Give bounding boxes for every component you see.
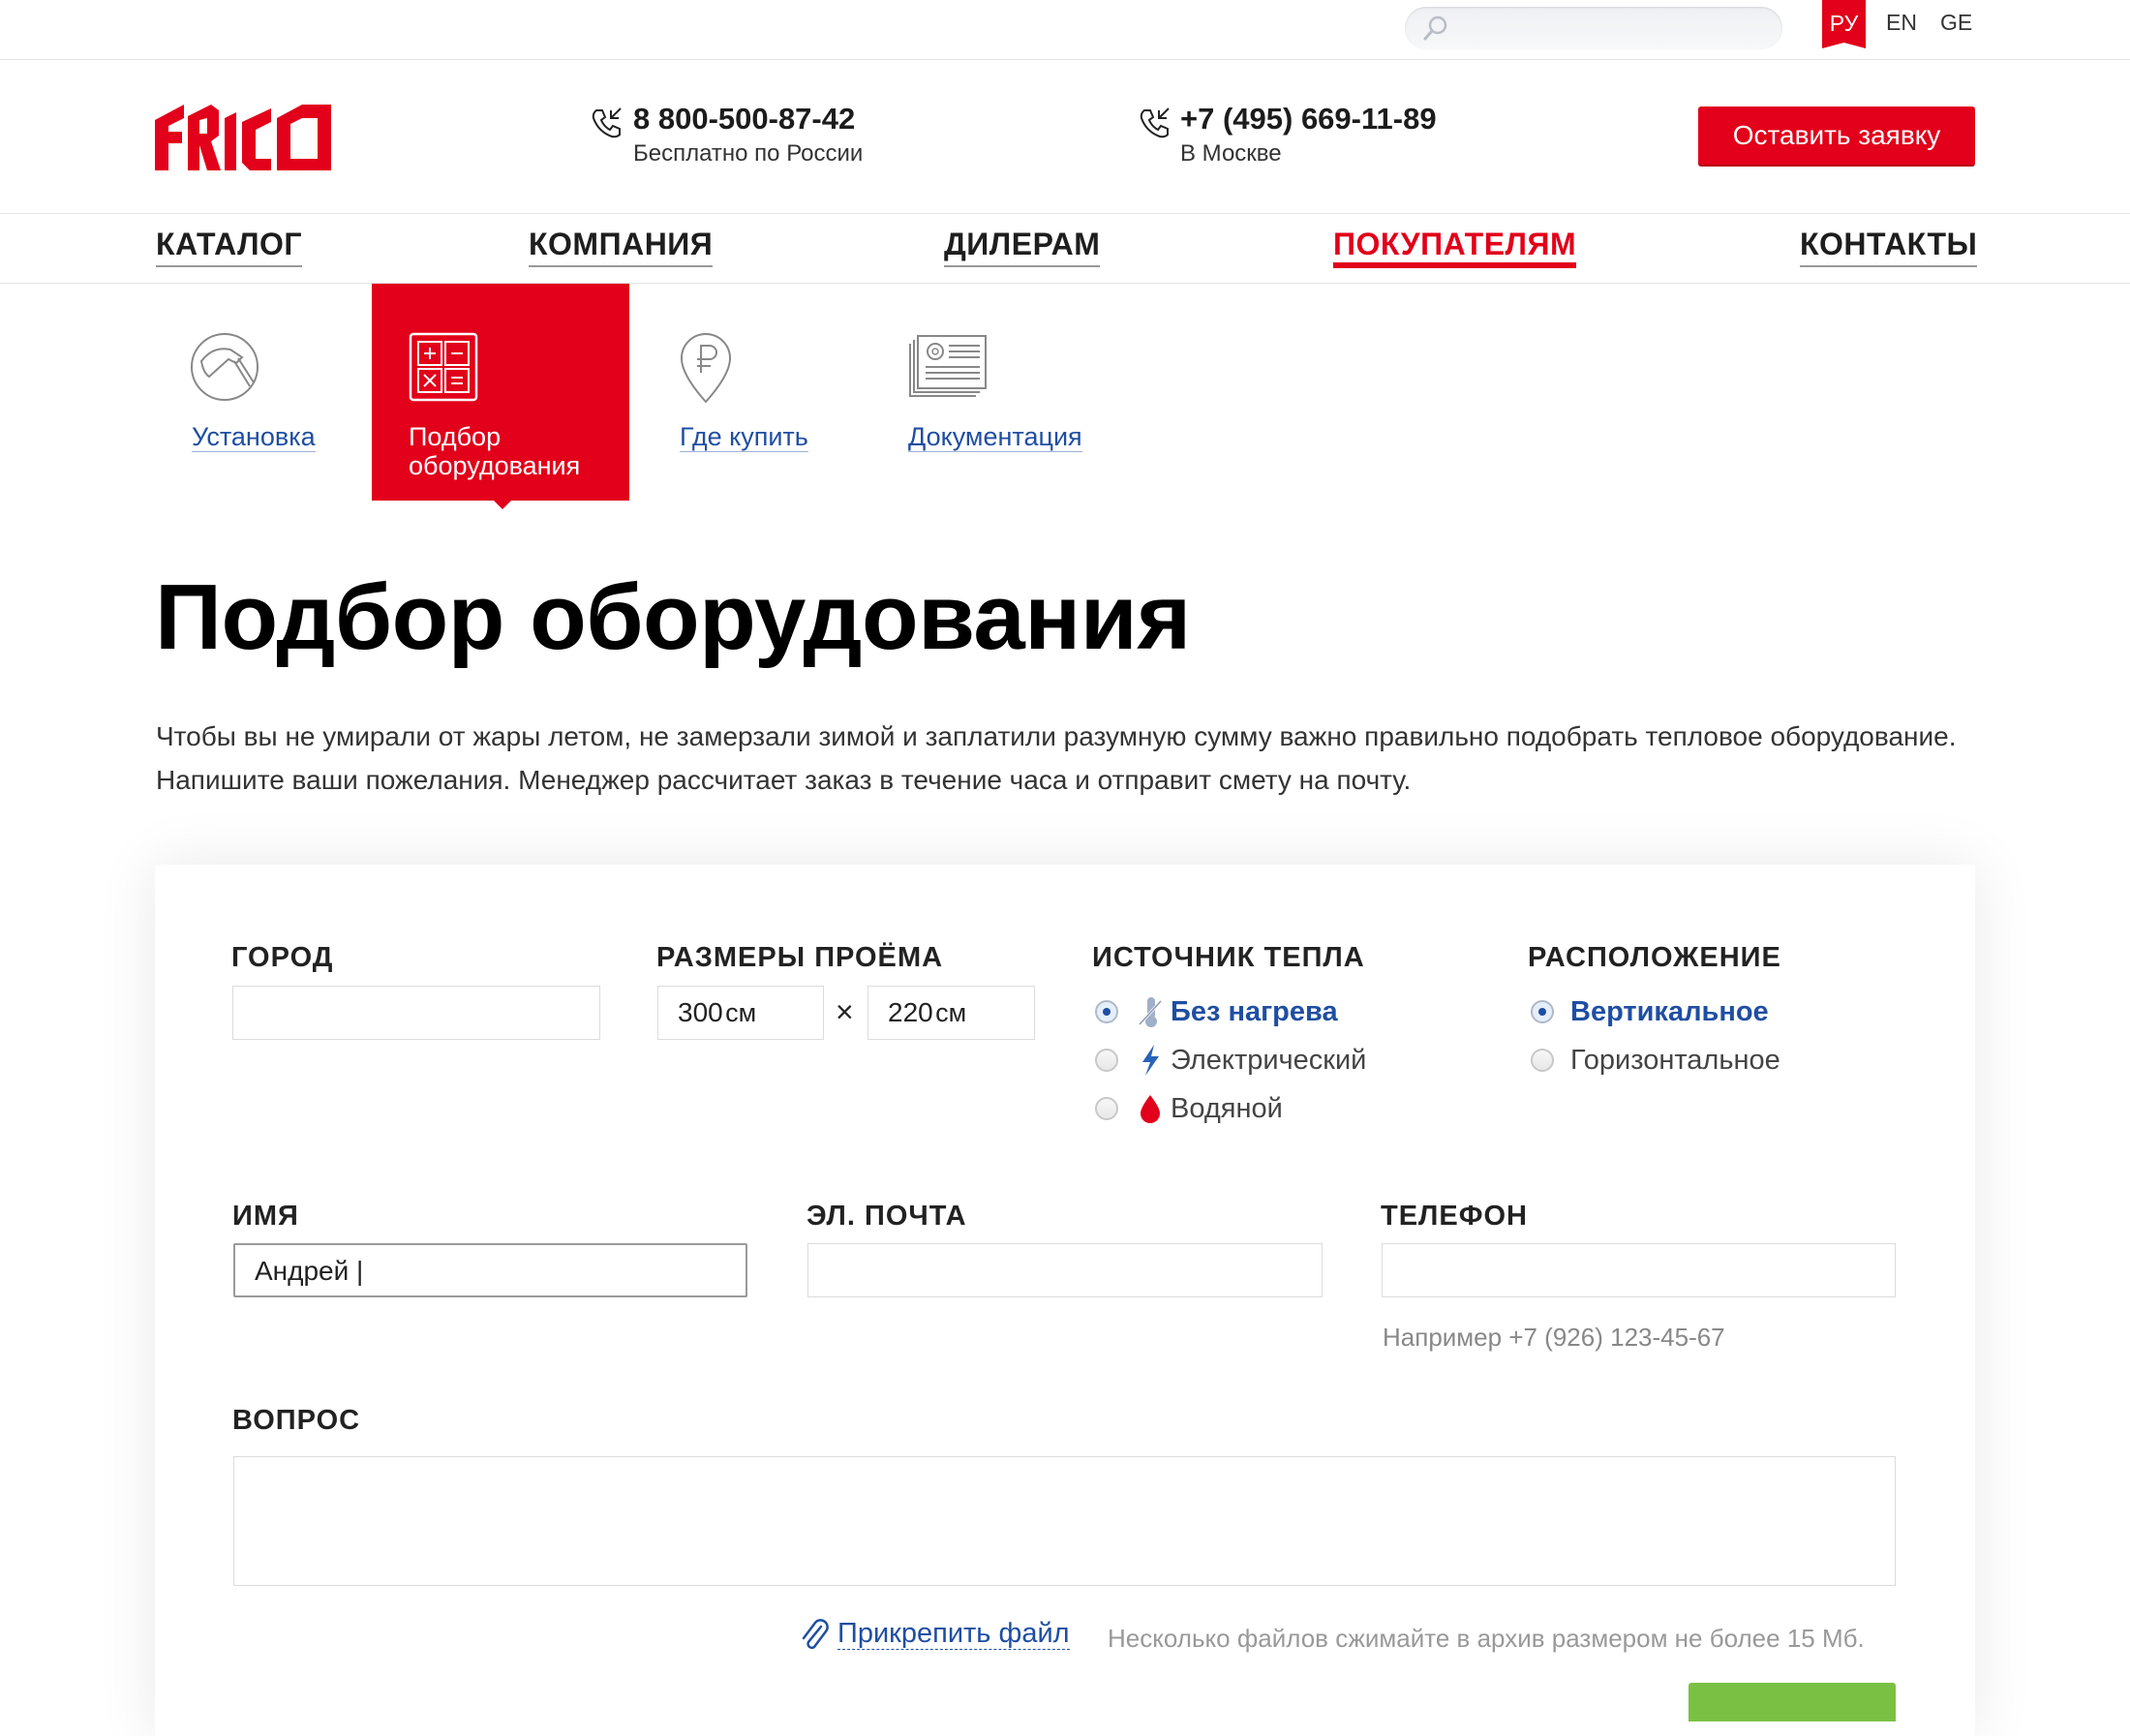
nav-item-catalog[interactable]: Каталог xyxy=(156,227,303,267)
attach-file-link[interactable]: Прикрепить файл xyxy=(837,1618,1070,1650)
times-sign: × xyxy=(836,994,854,1029)
opening-size-label: Размеры проёма xyxy=(656,942,944,973)
phone-icon xyxy=(1140,107,1170,138)
submit-button[interactable] xyxy=(1689,1683,1896,1721)
opening-width-value: 300 xyxy=(678,997,723,1027)
phone-note-russia: Бесплатно по России xyxy=(633,140,864,167)
active-indicator-arrow xyxy=(493,500,512,509)
subnav-item-where-to-buy[interactable]: Где купить xyxy=(658,284,852,501)
hammer-icon xyxy=(191,333,259,401)
nav-item-customers[interactable]: Покупателям xyxy=(1333,227,1577,268)
subnav-item-equipment-selection[interactable]: Подбор оборудования xyxy=(372,284,629,501)
heat-source-label: Источник тепла xyxy=(1092,942,1365,973)
phone-input[interactable] xyxy=(1382,1243,1896,1297)
question-textarea[interactable] xyxy=(233,1456,1896,1586)
placement-radio-horizontal[interactable] xyxy=(1531,1049,1554,1072)
attach-note: Несколько файлов сжимайте в архив размер… xyxy=(1108,1624,1865,1653)
lang-ge[interactable]: GE xyxy=(1940,10,1972,36)
nav-item-dealers[interactable]: Дилерам xyxy=(944,227,1101,267)
opening-height-value: 220 xyxy=(888,997,933,1027)
placement-radio-vertical[interactable] xyxy=(1531,1000,1554,1023)
question-label: Вопрос xyxy=(232,1405,361,1436)
placement-option-label[interactable]: Горизонтальное xyxy=(1570,1045,1780,1077)
no-heat-icon xyxy=(1138,997,1163,1027)
ruble-pin-icon xyxy=(680,333,732,404)
opening-height-unit: см xyxy=(935,998,967,1027)
leave-request-button[interactable]: Оставить заявку xyxy=(1698,107,1975,165)
opening-width-unit: см xyxy=(725,998,757,1027)
subnav-item-documentation[interactable]: Документация xyxy=(891,284,1142,501)
divider xyxy=(0,213,2130,214)
heat-source-option-label[interactable]: Электрический xyxy=(1171,1045,1366,1077)
subnav-item-installation[interactable]: Установка xyxy=(155,284,349,501)
subnav-item-label: Где купить xyxy=(680,422,808,452)
frico-logo[interactable] xyxy=(155,101,331,170)
phone-label: Телефон xyxy=(1381,1201,1528,1232)
lang-en[interactable]: EN xyxy=(1886,10,1917,36)
heat-source-radio-none[interactable] xyxy=(1095,1000,1118,1023)
phone-hint: Например +7 (926) 123-45-67 xyxy=(1383,1323,1725,1352)
page-title: Подбор оборудования xyxy=(155,565,1191,669)
documents-icon xyxy=(909,335,987,397)
water-drop-icon xyxy=(1141,1095,1160,1123)
heat-source-radio-water[interactable] xyxy=(1095,1097,1118,1120)
subnav-item-label: Документация xyxy=(908,422,1082,452)
page-intro: Чтобы вы не умирали от жары летом, не за… xyxy=(156,721,1957,795)
lang-ru[interactable]: РУ xyxy=(1822,0,1866,48)
nav-item-contacts[interactable]: Контакты xyxy=(1800,227,1978,267)
city-input[interactable] xyxy=(232,986,600,1040)
phone-number-russia[interactable]: 8 800-500-87-42 xyxy=(633,102,855,137)
email-label: Эл. почта xyxy=(806,1201,967,1232)
nav-item-company[interactable]: Компания xyxy=(529,227,714,267)
opening-width-input[interactable]: 300 см xyxy=(657,986,824,1040)
email-input[interactable] xyxy=(807,1243,1323,1297)
subnav-item-label: Подбор оборудования xyxy=(409,422,581,480)
lightning-icon xyxy=(1142,1045,1159,1076)
name-label: Имя xyxy=(232,1201,299,1232)
opening-height-input[interactable]: 220 см xyxy=(867,986,1035,1040)
heat-source-option-label[interactable]: Без нагрева xyxy=(1171,996,1338,1028)
search-icon xyxy=(1423,15,1447,41)
phone-number-moscow[interactable]: +7 (495) 669-11-89 xyxy=(1180,102,1437,137)
phone-icon xyxy=(592,107,622,138)
placement-option-label[interactable]: Вертикальное xyxy=(1570,996,1769,1028)
divider xyxy=(0,59,2130,60)
city-label: Город xyxy=(231,942,334,973)
calculator-icon xyxy=(409,332,478,402)
placement-label: Расположение xyxy=(1528,942,1781,973)
phone-note-moscow: В Москве xyxy=(1180,140,1282,167)
heat-source-option-label[interactable]: Водяной xyxy=(1171,1093,1283,1125)
paperclip-icon xyxy=(802,1619,829,1650)
search-input[interactable] xyxy=(1405,7,1782,49)
subnav-item-label: Установка xyxy=(192,422,316,452)
heat-source-radio-electric[interactable] xyxy=(1095,1049,1118,1072)
name-input[interactable]: Андрей | xyxy=(233,1243,747,1297)
